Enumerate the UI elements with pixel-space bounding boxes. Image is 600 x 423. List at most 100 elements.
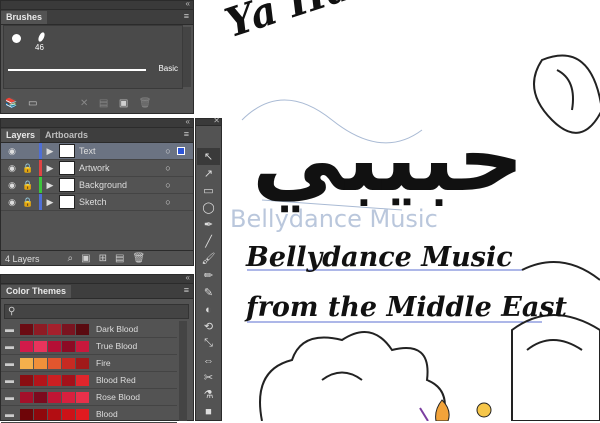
ellipse-tool-icon[interactable]: ◯	[197, 199, 220, 216]
direct-selection-tool-icon[interactable]: ↗	[197, 165, 220, 182]
panel-collapse-strip[interactable]: «	[1, 273, 193, 284]
pen-tool-icon[interactable]: ✒	[197, 216, 220, 233]
swatch[interactable]	[48, 374, 61, 386]
panel-collapse-strip[interactable]: «	[1, 0, 193, 10]
selection-indicator[interactable]	[177, 143, 185, 159]
swatch[interactable]	[76, 408, 89, 420]
artboard-canvas[interactable]: حبيبي Ya Habibi Bellydance Music Bellyda…	[222, 0, 600, 421]
tab-layers[interactable]: Layers	[1, 129, 41, 142]
lock-icon[interactable]: 🔒	[21, 194, 35, 210]
swatch[interactable]	[20, 323, 33, 335]
brush-dot-large[interactable]	[12, 34, 21, 43]
swatch[interactable]	[76, 357, 89, 369]
color-theme-row[interactable]: ▬ Rose Blood	[1, 389, 177, 406]
lock-icon[interactable]: 🔒	[21, 160, 35, 176]
scale-tool-icon[interactable]: ⤡	[197, 335, 220, 352]
tools-collapse-strip[interactable]: ✕	[196, 116, 221, 126]
color-theme-row[interactable]: ▬ Blood	[1, 406, 177, 423]
make-clipping-mask-icon[interactable]: ▣	[81, 253, 90, 264]
delete-brush-icon[interactable]: 🗑	[139, 98, 152, 109]
eye-icon[interactable]: ◉	[5, 194, 19, 210]
brushes-scrollbar[interactable]	[183, 27, 191, 87]
swatch[interactable]	[34, 357, 47, 369]
panel-menu-icon[interactable]: ≡	[184, 11, 189, 21]
eyedropper-tool-icon[interactable]: ⚗	[197, 386, 220, 403]
new-layer-icon[interactable]: ▤	[115, 253, 124, 264]
scissors-tool-icon[interactable]: ✂	[197, 369, 220, 386]
swatch[interactable]	[62, 340, 75, 352]
fill-stroke-swatch-icon[interactable]: ■	[197, 403, 220, 420]
panel-menu-icon[interactable]: ≡	[184, 129, 189, 139]
remove-stroke-icon[interactable]: ✕	[80, 98, 88, 109]
swatch[interactable]	[20, 357, 33, 369]
panel-collapse-strip[interactable]: «	[1, 117, 193, 128]
swatch[interactable]	[76, 323, 89, 335]
swatch[interactable]	[20, 408, 33, 420]
expand-arrow-icon[interactable]: ▶	[45, 143, 55, 159]
swatch[interactable]	[62, 391, 75, 403]
eye-icon[interactable]: ◉	[5, 143, 19, 159]
swatch[interactable]	[76, 340, 89, 352]
blob-brush-tool-icon[interactable]: ✎	[197, 284, 220, 301]
rectangle-tool-icon[interactable]: ▭	[197, 182, 220, 199]
eye-icon[interactable]: ◉	[5, 177, 19, 193]
swatch[interactable]	[48, 357, 61, 369]
selection-tool-icon[interactable]: ↖	[197, 148, 220, 165]
rotate-tool-icon[interactable]: ⟲	[197, 318, 220, 335]
new-sublayer-icon[interactable]: ⊞	[99, 253, 107, 264]
swatch[interactable]	[34, 340, 47, 352]
lock-icon[interactable]: 🔒	[21, 143, 35, 159]
eraser-tool-icon[interactable]: ◐	[197, 301, 220, 318]
expand-arrow-icon[interactable]: ▶	[45, 194, 55, 210]
layer-row[interactable]: ◉ 🔒 ▶ Sketch ○	[1, 194, 193, 211]
swatch[interactable]	[34, 391, 47, 403]
layer-row[interactable]: ◉ 🔒 ▶ Artwork ○	[1, 160, 193, 177]
pencil-tool-icon[interactable]: ✏	[197, 267, 220, 284]
swatch[interactable]	[48, 323, 61, 335]
layer-row[interactable]: ◉ 🔒 ▶ Background ○	[1, 177, 193, 194]
color-theme-row[interactable]: ▬ Fire	[1, 355, 177, 372]
brush-library-icon[interactable]: 📚	[5, 98, 17, 109]
tab-color-themes[interactable]: Color Themes	[1, 285, 72, 298]
swatch[interactable]	[62, 408, 75, 420]
color-theme-row[interactable]: ▬ Blood Red	[1, 372, 177, 389]
swatch[interactable]	[20, 391, 33, 403]
target-icon[interactable]: ○	[163, 177, 173, 193]
swatch[interactable]	[62, 374, 75, 386]
target-icon[interactable]: ○	[163, 160, 173, 176]
open-library-icon[interactable]: ▭	[28, 98, 37, 109]
expand-arrow-icon[interactable]: ▶	[45, 177, 55, 193]
brush-options-icon[interactable]: ▤	[99, 98, 108, 109]
panel-menu-icon[interactable]: ≡	[184, 285, 189, 295]
target-icon[interactable]: ○	[163, 194, 173, 210]
swatch[interactable]	[20, 374, 33, 386]
delete-layer-icon[interactable]: 🗑	[132, 253, 145, 264]
lock-icon[interactable]: 🔒	[21, 177, 35, 193]
themes-scrollbar[interactable]	[179, 321, 187, 421]
color-theme-row[interactable]: ▬ Dark Blood	[1, 321, 177, 338]
brush-calligraphic[interactable]: 46	[34, 30, 48, 52]
tab-artboards[interactable]: Artboards	[40, 129, 93, 142]
swatch[interactable]	[34, 374, 47, 386]
width-tool-icon[interactable]: ⇔	[197, 352, 220, 369]
swatch[interactable]	[62, 323, 75, 335]
eye-icon[interactable]: ◉	[5, 160, 19, 176]
swatch[interactable]	[48, 340, 61, 352]
swatch[interactable]	[76, 391, 89, 403]
swatch[interactable]	[48, 408, 61, 420]
locate-object-icon[interactable]: ⌕	[68, 253, 74, 264]
expand-arrow-icon[interactable]: ▶	[45, 160, 55, 176]
brush-basic-row[interactable]: Basic	[8, 64, 178, 74]
swatch[interactable]	[34, 323, 47, 335]
swatch[interactable]	[34, 408, 47, 420]
swatch[interactable]	[62, 357, 75, 369]
layer-row[interactable]: ◉🔒 ▶ Text ○	[1, 143, 193, 160]
swatch[interactable]	[48, 391, 61, 403]
color-themes-search-input[interactable]	[15, 305, 188, 318]
line-tool-icon[interactable]: ╱	[197, 233, 220, 250]
target-icon[interactable]: ○	[163, 143, 173, 159]
color-theme-row[interactable]: ▬ True Blood	[1, 338, 177, 355]
swatch[interactable]	[76, 374, 89, 386]
new-brush-icon[interactable]: ▣	[119, 98, 128, 109]
paintbrush-tool-icon[interactable]: 🖌	[197, 250, 220, 267]
